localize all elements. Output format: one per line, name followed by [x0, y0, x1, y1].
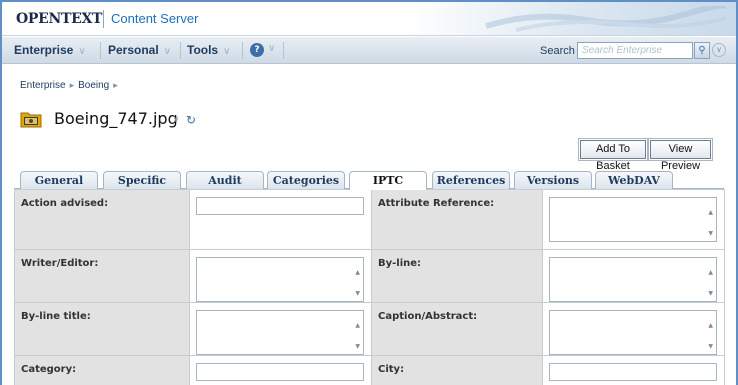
tab-audit[interactable]: Audit [186, 171, 264, 189]
field-label: Caption/Abstract: [371, 302, 543, 356]
nav-divider [242, 42, 243, 59]
field-value-cell: ▲ ▼ [542, 249, 725, 303]
search-input[interactable] [577, 42, 693, 59]
search-options-chevron-icon[interactable]: ∨ [712, 43, 726, 57]
chevron-down-icon: ∨ [78, 46, 86, 57]
field-value-cell: ▲ ▼ [542, 189, 725, 250]
field-value-cell: ▲ ▼ [189, 302, 372, 356]
chevron-down-icon: ∨ [223, 46, 231, 57]
view-preview-button[interactable]: View Preview [648, 138, 713, 172]
opentext-logo: OPENTEXT [16, 11, 103, 27]
by-line-textarea[interactable]: ▲ ▼ [549, 257, 717, 302]
nav-divider [283, 42, 284, 59]
tab-specific[interactable]: Specific [103, 171, 181, 189]
nav-divider [100, 42, 101, 59]
field-label: Attribute Reference: [371, 189, 543, 250]
folder-image-icon [20, 112, 42, 128]
scroll-down-icon[interactable]: ▼ [355, 343, 360, 350]
field-label: Action advised: [14, 189, 190, 250]
search-label: Search [540, 45, 575, 57]
scroll-up-icon[interactable]: ▲ [708, 269, 713, 276]
breadcrumb: Enterprise ▸ Boeing ▸ [20, 80, 122, 91]
scroll-up-icon[interactable]: ▲ [708, 322, 713, 329]
field-label: By-line: [371, 249, 543, 303]
writer-editor-textarea[interactable]: ▲ ▼ [196, 257, 364, 302]
product-name: Content Server [111, 11, 199, 26]
field-label: Category: [14, 355, 190, 385]
breadcrumb-separator-icon: ▸ [113, 80, 118, 90]
scroll-down-icon[interactable]: ▼ [708, 343, 713, 350]
nav-enterprise-label: Enterprise [14, 43, 74, 57]
nav-divider [180, 42, 181, 59]
nav-personal-menu[interactable]: Personal ∨ [108, 43, 171, 57]
tab-iptc[interactable]: IPTC [349, 171, 427, 190]
scroll-up-icon[interactable]: ▲ [355, 322, 360, 329]
chevron-down-icon[interactable]: ∨ [268, 43, 275, 54]
add-to-basket-button[interactable]: Add To Basket [578, 138, 648, 172]
app-header: OPENTEXT Content Server [2, 2, 736, 36]
by-line-title-textarea[interactable]: ▲ ▼ [196, 310, 364, 355]
chevron-down-icon: ∨ [163, 46, 172, 57]
global-nav-bar: Enterprise ∨ Personal ∨ Tools ∨ ? ∨ Search … [2, 37, 736, 64]
page-title: Boeing_747.jpg [54, 109, 178, 128]
title-menu-chevron-icon[interactable]: ∨ [173, 115, 180, 125]
tab-versions[interactable]: Versions [514, 171, 592, 189]
form-row: Category: City: [14, 355, 725, 385]
field-label: Writer/Editor: [14, 249, 190, 303]
nav-tools-label: Tools [187, 43, 219, 57]
form-row: By-line title: ▲ ▼ Caption/Abstract: ▲ ▼ [14, 302, 725, 356]
tab-webdav[interactable]: WebDAV [595, 171, 673, 189]
scroll-down-icon[interactable]: ▼ [355, 290, 360, 297]
tab-general[interactable]: General [20, 171, 98, 189]
action-advised-input[interactable] [196, 197, 364, 215]
field-value-cell: ▲ ▼ [542, 302, 725, 356]
breadcrumb-separator-icon: ▸ [69, 80, 75, 90]
attribute-reference-textarea[interactable]: ▲ ▼ [549, 197, 717, 242]
scroll-up-icon[interactable]: ▲ [708, 209, 713, 216]
form-row: Action advised: Attribute Reference: ▲ ▼ [14, 189, 725, 250]
nav-personal-label: Personal [108, 43, 159, 57]
tab-categories[interactable]: Categories [267, 171, 345, 189]
field-value-cell [542, 355, 725, 385]
field-label: City: [371, 355, 543, 385]
caption-abstract-textarea[interactable]: ▲ ▼ [549, 310, 717, 355]
help-circle-icon[interactable]: ? [250, 43, 264, 57]
category-input[interactable] [196, 363, 364, 381]
breadcrumb-item-boeing[interactable]: Boeing [78, 80, 109, 91]
field-value-cell [189, 189, 372, 250]
iptc-properties-form: Action advised: Attribute Reference: ▲ ▼ … [14, 189, 725, 385]
app-window: OPENTEXT Content Server Enterprise ∨ Pers… [0, 0, 738, 385]
nav-enterprise-menu[interactable]: Enterprise ∨ [14, 43, 86, 57]
field-value-cell [189, 355, 372, 385]
city-input[interactable] [549, 363, 717, 381]
field-value-cell: ▲ ▼ [189, 249, 372, 303]
tab-references[interactable]: References [432, 171, 510, 189]
logo-divider [103, 10, 104, 28]
breadcrumb-item-enterprise[interactable]: Enterprise [20, 80, 66, 91]
refresh-icon[interactable]: ↻ [186, 113, 196, 127]
search-icon[interactable]: ⚲ [694, 42, 710, 59]
form-row: Writer/Editor: ▲ ▼ By-line: ▲ ▼ [14, 249, 725, 303]
scroll-down-icon[interactable]: ▼ [708, 230, 713, 237]
field-label: By-line title: [14, 302, 190, 356]
header-decoration [485, 6, 726, 32]
scroll-up-icon[interactable]: ▲ [355, 269, 360, 276]
nav-tools-menu[interactable]: Tools ∨ [187, 43, 230, 57]
scroll-down-icon[interactable]: ▼ [708, 290, 713, 297]
